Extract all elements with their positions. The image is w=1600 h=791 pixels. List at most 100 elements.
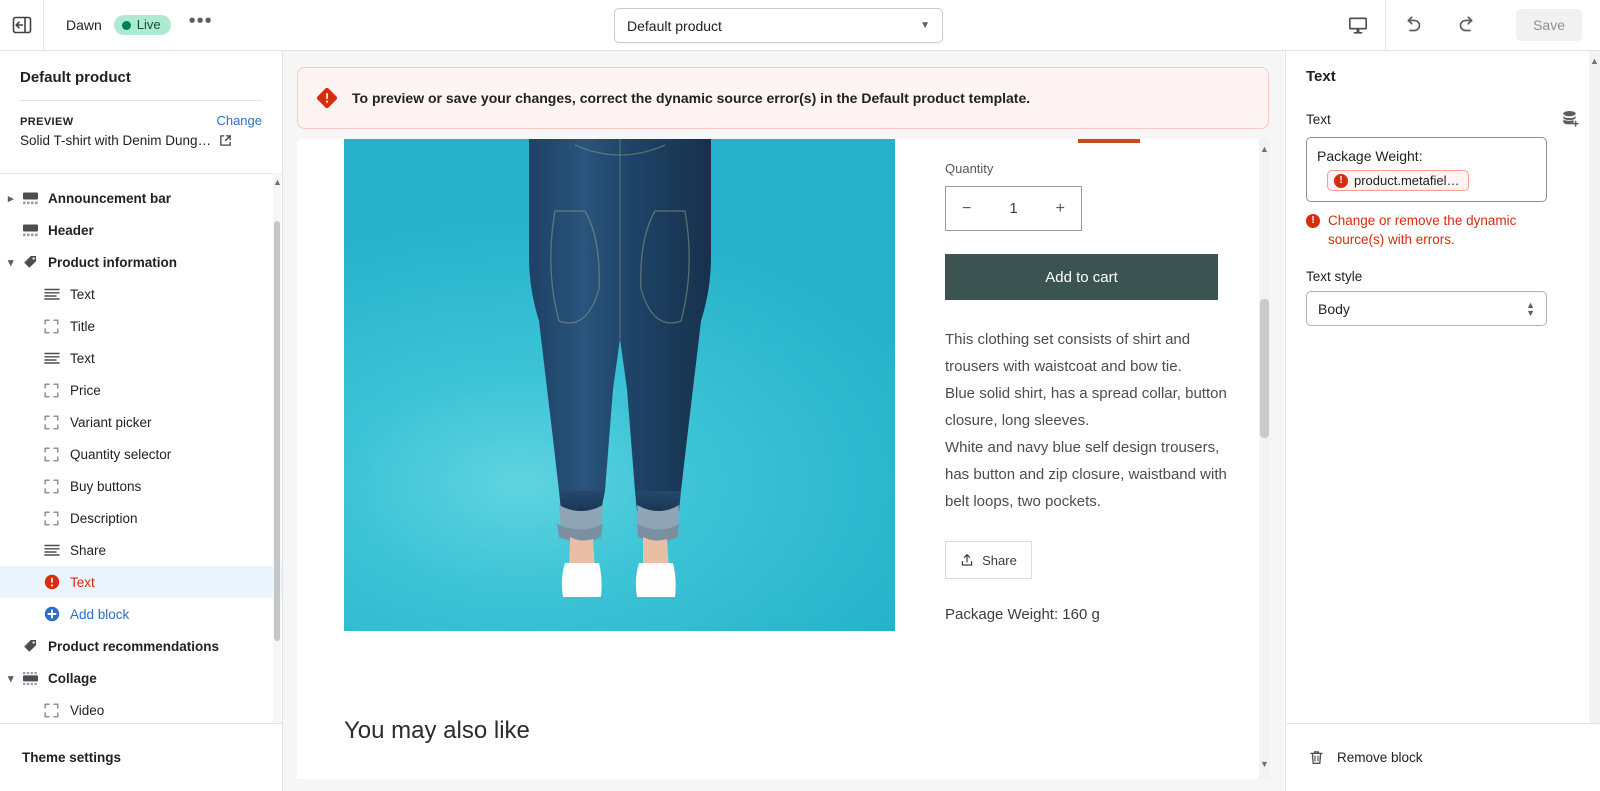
save-button[interactable]: Save bbox=[1516, 9, 1582, 41]
share-upload-icon bbox=[961, 554, 973, 566]
text-style-select[interactable]: Body ▲ ▼ bbox=[1306, 291, 1547, 326]
sidebar-scrollbar-track[interactable] bbox=[273, 173, 281, 774]
sidebar-item-quantity-selector[interactable]: Quantity selector bbox=[0, 438, 282, 470]
tag-icon bbox=[24, 256, 36, 268]
dynamic-source-chip[interactable]: ! product.metafiel… bbox=[1327, 170, 1469, 191]
chevron-right-icon[interactable] bbox=[8, 192, 22, 205]
field-error-text: Change or remove the dynamic source(s) w… bbox=[1328, 213, 1517, 247]
template-select[interactable]: Default product ▼ bbox=[614, 8, 943, 43]
chip-label: product.metafiel… bbox=[1354, 173, 1460, 188]
sidebar-item-label: Product information bbox=[48, 254, 177, 270]
product-description: This clothing set consists of shirt and … bbox=[945, 331, 1227, 510]
external-link-icon[interactable] bbox=[219, 134, 232, 147]
sidebar-item-label: Title bbox=[70, 318, 96, 334]
sidebar-item-text[interactable]: Text bbox=[0, 566, 282, 598]
text-lines-icon bbox=[44, 288, 60, 300]
exit-icon bbox=[12, 16, 31, 34]
preview-product-name: Solid T-shirt with Denim Dung… bbox=[20, 133, 212, 148]
topbar-right-group: Save bbox=[1331, 0, 1600, 50]
field-error-message: ! Change or remove the dynamic source(s)… bbox=[1306, 211, 1536, 249]
undo-button[interactable] bbox=[1386, 0, 1440, 50]
sidebar-item-label: Collage bbox=[48, 670, 97, 686]
sidebar-item-variant-picker[interactable]: Variant picker bbox=[0, 406, 282, 438]
tag-icon-wrap bbox=[22, 638, 44, 654]
quantity-value[interactable]: 1 bbox=[1009, 200, 1017, 217]
sidebar-scrollbar-thumb[interactable] bbox=[274, 221, 280, 641]
sidebar-item-price[interactable]: Price bbox=[0, 374, 282, 406]
denim-overalls-photo bbox=[528, 139, 711, 597]
sidebar-item-label: Description bbox=[70, 510, 138, 526]
text-lines-icon-wrap bbox=[44, 351, 66, 365]
add-to-cart-button[interactable]: Add to cart bbox=[945, 254, 1218, 300]
sidebar-item-buy-buttons[interactable]: Buy buttons bbox=[0, 470, 282, 502]
chevron-down-icon[interactable] bbox=[8, 672, 22, 685]
preview-scrollbar-track[interactable] bbox=[1259, 139, 1270, 779]
remove-block-button[interactable]: Remove block bbox=[1286, 723, 1600, 791]
sidebar-item-title[interactable]: Title bbox=[0, 310, 282, 342]
sidebar-item-label: Variant picker bbox=[70, 414, 152, 430]
quantity-label: Quantity bbox=[945, 161, 994, 176]
announcement-bar-icon-wrap bbox=[22, 191, 44, 206]
device-preview-button[interactable] bbox=[1331, 0, 1385, 50]
placeholder-icon bbox=[44, 478, 59, 494]
sidebar-item-collage[interactable]: Collage bbox=[0, 662, 282, 694]
sidebar-item-product-recommendations[interactable]: Product recommendations bbox=[0, 630, 282, 662]
template-select-value: Default product bbox=[627, 17, 722, 34]
sidebar-item-video[interactable]: Video bbox=[0, 694, 282, 726]
text-style-label: Text style bbox=[1306, 269, 1363, 284]
theme-settings-label: Theme settings bbox=[22, 750, 122, 765]
share-button[interactable]: Share bbox=[945, 541, 1032, 579]
chevron-down-icon[interactable] bbox=[8, 256, 22, 269]
sidebar-item-description[interactable]: Description bbox=[0, 502, 282, 534]
preview-scrollbar-thumb[interactable] bbox=[1260, 299, 1269, 438]
placeholder-icon-wrap bbox=[44, 318, 66, 334]
live-dot-icon bbox=[121, 20, 131, 30]
text-input-field[interactable]: Package Weight: ! product.metafiel… bbox=[1306, 137, 1547, 202]
redo-icon bbox=[1459, 16, 1473, 32]
quantity-decrease-button[interactable]: − bbox=[962, 200, 971, 218]
text-field-header: Text bbox=[1306, 109, 1580, 129]
left-sidebar: Default product PREVIEW Change Solid T-s… bbox=[0, 51, 283, 791]
preview-scroll-up-arrow[interactable]: ▲ bbox=[1259, 141, 1270, 157]
quantity-stepper[interactable]: − 1 + bbox=[945, 186, 1082, 231]
sidebar-scroll-up-arrow[interactable]: ▲ bbox=[273, 175, 282, 189]
more-options-button[interactable]: ••• bbox=[183, 11, 219, 33]
text-style-value: Body bbox=[1318, 300, 1350, 317]
sidebar-item-text[interactable]: Text bbox=[0, 342, 282, 374]
product-image[interactable] bbox=[344, 139, 895, 631]
theme-settings-button[interactable]: Theme settings bbox=[0, 723, 282, 791]
quantity-increase-button[interactable]: + bbox=[1056, 200, 1065, 218]
placeholder-icon bbox=[44, 318, 59, 334]
sidebar-item-product-information[interactable]: Product information bbox=[0, 246, 282, 278]
chip-error-icon: ! bbox=[1334, 173, 1348, 188]
panel-scrollbar-track[interactable] bbox=[1589, 51, 1600, 773]
share-label: Share bbox=[982, 552, 1017, 568]
topbar-left-group: Dawn Live ••• bbox=[44, 11, 219, 35]
change-preview-link[interactable]: Change bbox=[216, 113, 262, 128]
placeholder-icon bbox=[44, 702, 59, 718]
dynamic-source-add-icon[interactable] bbox=[1560, 109, 1580, 129]
tag-icon-wrap bbox=[22, 254, 44, 270]
template-selector-wrap: Default product ▼ bbox=[614, 8, 943, 43]
sidebar-item-add-block[interactable]: Add block bbox=[0, 598, 282, 630]
exit-editor-button[interactable] bbox=[0, 0, 44, 50]
panel-scroll-up-arrow[interactable]: ▲ bbox=[1589, 53, 1600, 69]
top-toolbar: Dawn Live ••• Default product ▼ Save bbox=[0, 0, 1600, 51]
placeholder-icon-wrap bbox=[44, 446, 66, 462]
sidebar-item-label: Product recommendations bbox=[48, 638, 220, 654]
collage-icon bbox=[23, 671, 38, 685]
recommendations-heading: You may also like bbox=[344, 717, 530, 744]
tag-icon bbox=[24, 640, 36, 652]
sidebar-item-header[interactable]: Header bbox=[0, 214, 282, 246]
sidebar-item-share[interactable]: Share bbox=[0, 534, 282, 566]
preview-scroll-down-arrow[interactable]: ▼ bbox=[1259, 756, 1270, 772]
sidebar-item-text[interactable]: Text bbox=[0, 278, 282, 310]
error-banner: To preview or save your changes, correct… bbox=[297, 67, 1269, 129]
chevron-down-icon: ▼ bbox=[920, 20, 930, 31]
sidebar-item-announcement-bar[interactable]: Announcement bar bbox=[0, 182, 282, 214]
block-settings-panel: Text Text Package Weight: ! product.meta… bbox=[1285, 51, 1600, 791]
sidebar-item-label: Share bbox=[70, 542, 107, 558]
error-icon bbox=[44, 574, 60, 590]
header-icon-wrap bbox=[22, 223, 44, 238]
redo-button[interactable] bbox=[1440, 0, 1494, 50]
